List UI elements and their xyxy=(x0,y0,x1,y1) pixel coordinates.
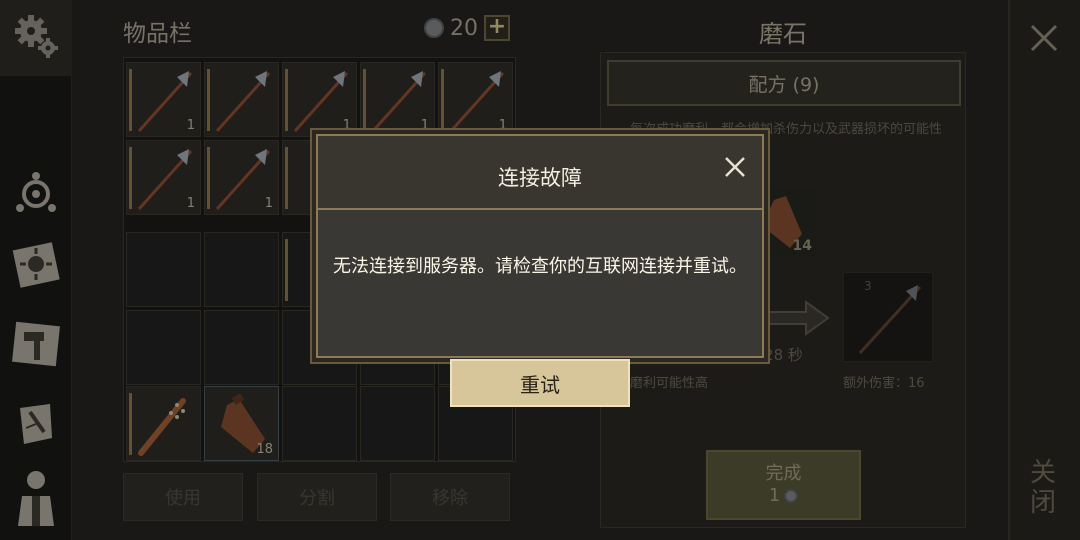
dialog-title: 连接故障 xyxy=(498,166,582,190)
connection-error-dialog: 连接故障 无法连接到服务器。请检查你的互联网连接并重试。 xyxy=(316,134,764,358)
close-icon[interactable] xyxy=(722,154,748,180)
game-screen: 物品栏 20 + 1 1 1 1 1 1 18 使用 分割 移除 磨石 配方 (… xyxy=(0,0,1080,540)
dialog-message: 无法连接到服务器。请检查你的互联网连接并重试。 xyxy=(333,256,747,277)
retry-button[interactable]: 重试 xyxy=(450,359,630,407)
dialog-header: 连接故障 xyxy=(318,136,762,210)
